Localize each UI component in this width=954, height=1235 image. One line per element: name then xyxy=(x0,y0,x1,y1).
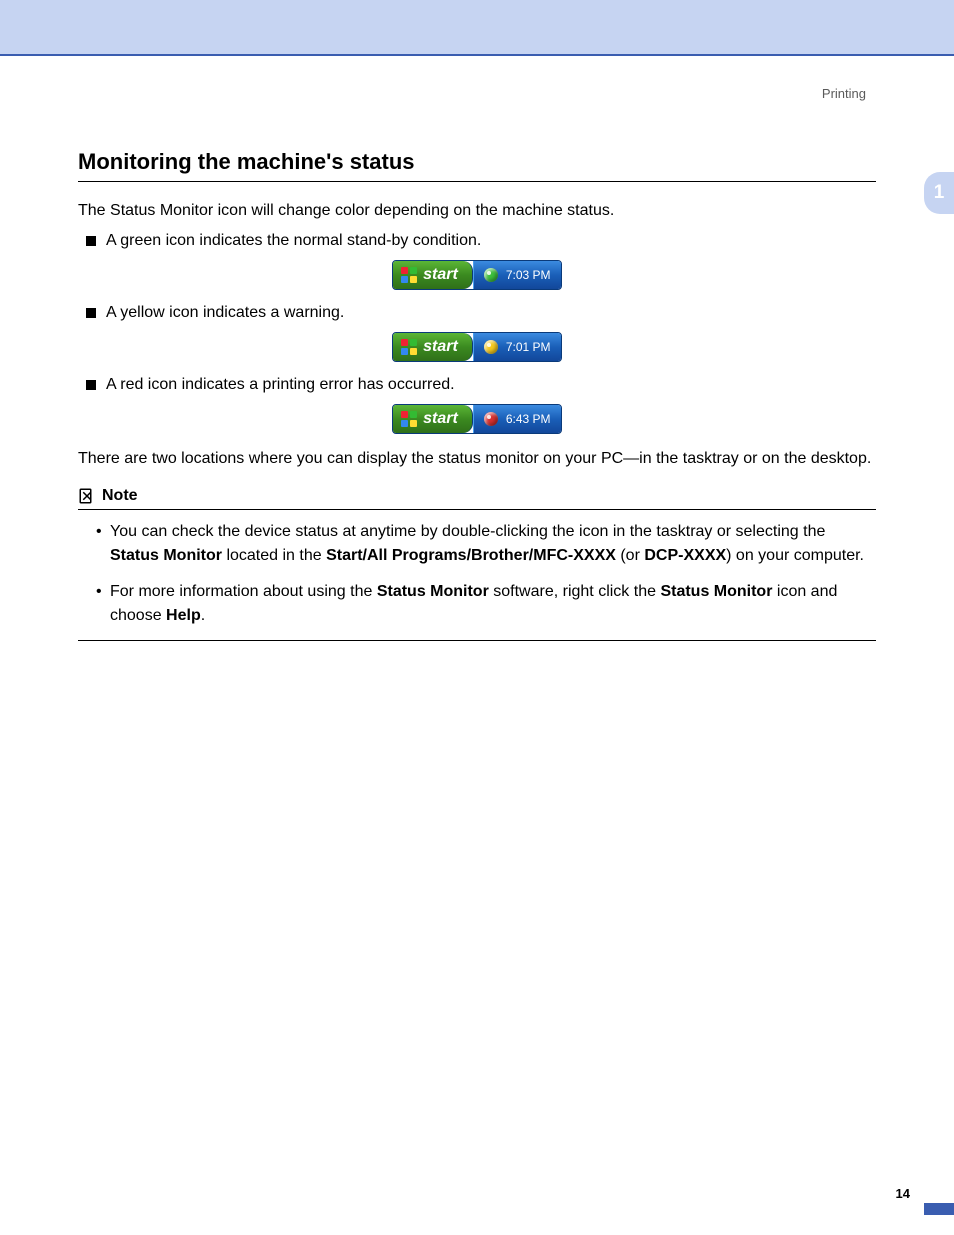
status-item-green: A green icon indicates the normal stand-… xyxy=(86,232,876,250)
system-tray: 7:03 PM xyxy=(473,261,561,289)
footer-accent xyxy=(924,1203,954,1215)
start-label: start xyxy=(423,338,458,356)
taskbar-figure-yellow: start 7:01 PM xyxy=(78,332,876,362)
status-text: A red icon indicates a printing error ha… xyxy=(106,376,455,394)
tray-time: 7:01 PM xyxy=(506,340,551,354)
square-bullet-icon xyxy=(86,380,96,390)
status-item-red: A red icon indicates a printing error ha… xyxy=(86,376,876,394)
taskbar-figure-green: start 7:03 PM xyxy=(78,260,876,290)
note-bullet: For more information about using the Sta… xyxy=(96,580,876,628)
square-bullet-icon xyxy=(86,236,96,246)
start-button: start xyxy=(393,261,473,289)
section-title: Monitoring the machine's status xyxy=(78,149,876,182)
start-label: start xyxy=(423,266,458,284)
page-number: 14 xyxy=(896,1186,910,1201)
status-dot-green-icon xyxy=(484,268,498,282)
header-band xyxy=(0,0,954,56)
note-pencil-icon xyxy=(78,487,96,505)
windows-flag-icon xyxy=(401,411,417,427)
taskbar-figure-red: start 6:43 PM xyxy=(78,404,876,434)
status-item-yellow: A yellow icon indicates a warning. xyxy=(86,304,876,322)
chapter-tab: 1 xyxy=(924,172,954,214)
start-button: start xyxy=(393,405,473,433)
square-bullet-icon xyxy=(86,308,96,318)
status-dot-yellow-icon xyxy=(484,340,498,354)
windows-flag-icon xyxy=(401,267,417,283)
note-bottom-rule xyxy=(78,640,876,641)
status-text: A yellow icon indicates a warning. xyxy=(106,304,344,322)
note-bullet: You can check the device status at anyti… xyxy=(96,520,876,568)
breadcrumb[interactable]: Printing xyxy=(78,86,876,101)
windows-flag-icon xyxy=(401,339,417,355)
tray-time: 7:03 PM xyxy=(506,268,551,282)
tray-time: 6:43 PM xyxy=(506,412,551,426)
status-text: A green icon indicates the normal stand-… xyxy=(106,232,481,250)
intro-text: The Status Monitor icon will change colo… xyxy=(78,200,876,222)
status-dot-red-icon xyxy=(484,412,498,426)
start-label: start xyxy=(423,410,458,428)
outro-text: There are two locations where you can di… xyxy=(78,448,876,470)
note-label: Note xyxy=(102,487,138,505)
system-tray: 7:01 PM xyxy=(473,333,561,361)
note-block: Note You can check the device status at … xyxy=(78,487,876,641)
system-tray: 6:43 PM xyxy=(473,405,561,433)
start-button: start xyxy=(393,333,473,361)
